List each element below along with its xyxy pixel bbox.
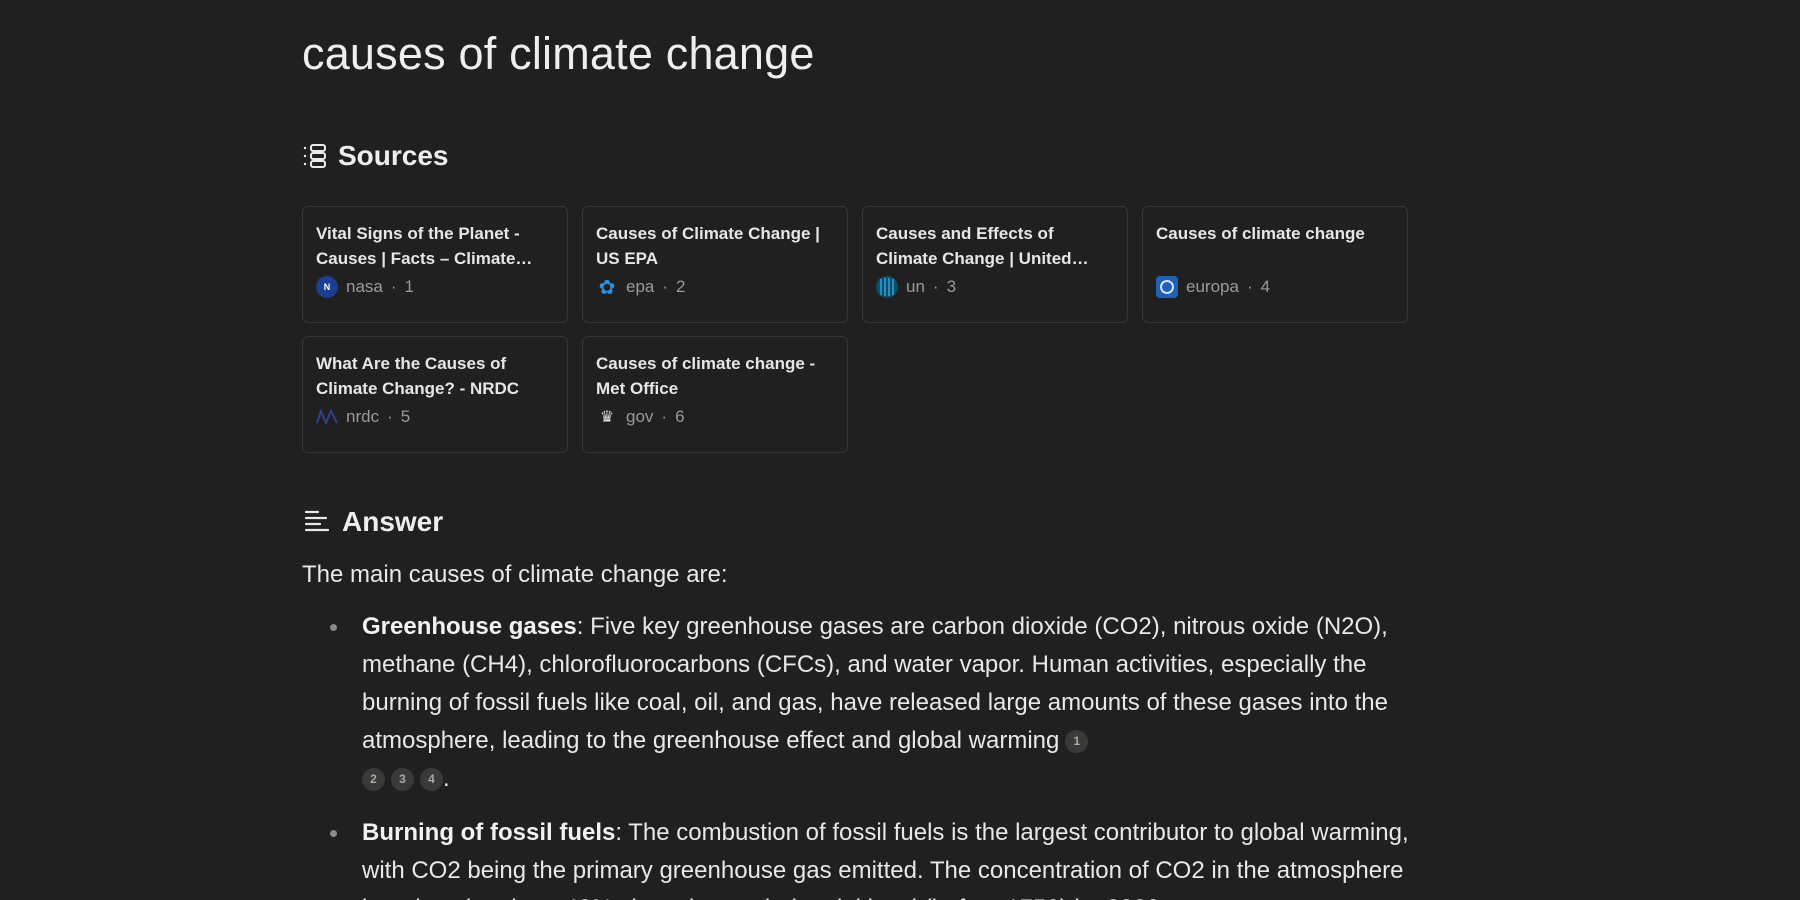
nasa-icon: N [316,276,338,298]
source-card-europa[interactable]: Causes of climate change europa · 4 [1142,206,1408,323]
list-item: Greenhouse gases: Five key greenhouse ga… [330,608,1414,798]
source-meta: nrdc · 5 [316,406,554,428]
answer-body: The main causes of climate change are: G… [302,556,1414,900]
source-number: 3 [946,277,957,296]
answer-list: Greenhouse gases: Five key greenhouse ga… [302,608,1414,900]
citation-2[interactable]: 2 [362,767,385,791]
source-number: 5 [400,407,411,426]
source-meta: un · 3 [876,276,1114,298]
source-card-epa[interactable]: Causes of Climate Change | US EPA ✿ epa … [582,206,848,323]
nrdc-icon [316,406,338,428]
meta-separator: · [390,277,397,296]
source-site: nasa [346,277,383,296]
answer-heading: Answer [302,506,443,538]
source-title: Causes of Climate Change | US EPA [596,224,820,268]
point-end: . [443,765,450,792]
source-site: un [906,277,925,296]
source-card-un[interactable]: Causes and Effects of Climate Change | U… [862,206,1128,323]
citation-1[interactable]: 1 [1065,729,1089,753]
source-card-gov[interactable]: Causes of climate change - Met Office ♛ … [582,336,848,453]
source-number: 1 [404,277,415,296]
source-title: Causes and Effects of Climate Change | U… [876,224,1072,268]
source-meta: europa · 4 [1156,276,1394,298]
meta-separator: · [662,277,669,296]
source-card-nasa[interactable]: Vital Signs of the Planet - Causes | Fac… [302,206,568,323]
source-title: What Are the Causes of Climate Change? -… [316,354,520,398]
answer-label: Answer [342,506,444,537]
source-site: europa [1186,277,1239,296]
citation-3[interactable]: 3 [391,767,414,791]
meta-separator: · [661,407,668,426]
sources-label: Sources [338,140,449,171]
europa-icon [1156,276,1178,298]
answer-icon [302,509,332,535]
source-meta: ✿ epa · 2 [596,276,834,299]
answer-intro: The main causes of climate change are: [302,561,728,588]
source-title: Vital Signs of the Planet - Causes | Fac… [316,224,520,268]
list-item: Burning of fossil fuels: The combustion … [330,814,1414,900]
source-site: nrdc [346,407,380,426]
citation-row: 234. [362,765,450,792]
sources-icon [302,143,328,169]
meta-separator: · [387,407,393,426]
page: causes of climate change Sources Vital S… [0,0,1800,900]
query-title: causes of climate change [302,28,815,79]
source-number: 4 [1260,277,1271,296]
source-meta: ♛ gov · 6 [596,406,834,428]
point-term: Burning of fossil fuels [362,819,616,846]
source-meta: N nasa · 1 [316,276,554,298]
source-site: gov [626,407,654,426]
citation-4[interactable]: 4 [420,767,443,791]
point-term: Greenhouse gases [362,613,577,640]
sources-heading: Sources [302,140,449,172]
epa-icon: ✿ [598,276,616,299]
source-card-nrdc[interactable]: What Are the Causes of Climate Change? -… [302,336,568,453]
source-title: Causes of climate change - Met Office [596,354,816,398]
source-title: Causes of climate change [1156,224,1365,243]
source-site: epa [626,277,655,296]
meta-separator: · [1246,277,1253,296]
source-number: 6 [675,407,685,426]
source-number: 2 [676,277,686,296]
un-icon [876,276,898,298]
meta-separator: · [932,277,939,296]
source-grid: Vital Signs of the Planet - Causes | Fac… [302,206,1414,453]
crown-icon: ♛ [599,409,615,426]
